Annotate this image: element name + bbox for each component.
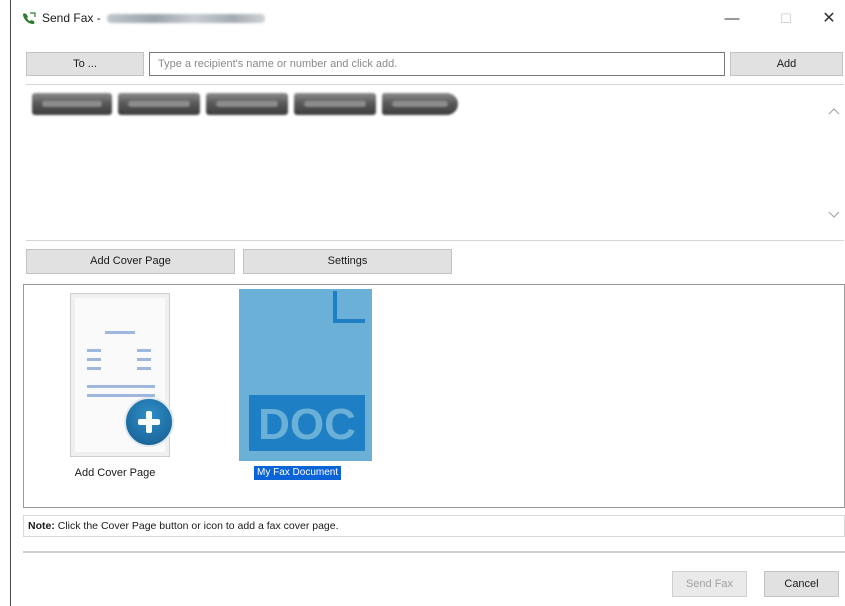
- note-text: Click the Cover Page button or icon to a…: [54, 520, 339, 532]
- recipient-chip[interactable]: [294, 93, 376, 115]
- printer-name-redacted: [107, 14, 266, 24]
- cover-page-label: Add Cover Page: [74, 467, 156, 479]
- title-bar: Send Fax - — ☐ ✕: [11, 0, 845, 36]
- recipient-chip[interactable]: [382, 93, 458, 115]
- fax-app-icon: [23, 12, 36, 24]
- note-bar: Note: Click the Cover Page button or ico…: [23, 515, 845, 537]
- window-title: Send Fax -: [42, 11, 266, 25]
- note-prefix: Note:: [28, 520, 55, 532]
- doc-file-icon: DOC: [249, 291, 365, 451]
- fax-document-label[interactable]: My Fax Document: [254, 466, 342, 480]
- send-fax-button[interactable]: Send Fax: [672, 571, 747, 597]
- plus-icon: [124, 397, 174, 447]
- close-button[interactable]: ✕: [812, 6, 845, 32]
- recipient-chip[interactable]: [118, 93, 200, 115]
- document-panel: Add Cover Page DOC My Fax Document: [23, 284, 845, 508]
- maximize-button[interactable]: ☐: [769, 6, 803, 32]
- cancel-button[interactable]: Cancel: [764, 571, 839, 597]
- recipient-input[interactable]: [149, 52, 725, 76]
- recipient-chip[interactable]: [32, 93, 112, 115]
- window-title-text: Send Fax -: [42, 11, 105, 25]
- scroll-up-icon[interactable]: [826, 105, 842, 121]
- settings-button[interactable]: Settings: [243, 249, 452, 274]
- to-button[interactable]: To ...: [26, 52, 144, 76]
- add-cover-page-button[interactable]: Add Cover Page: [26, 249, 235, 274]
- recipient-list[interactable]: [26, 84, 844, 241]
- doc-badge-text: DOC: [258, 400, 356, 449]
- add-recipient-button[interactable]: Add: [730, 52, 843, 76]
- cover-page-tile[interactable]: Add Cover Page: [57, 289, 174, 485]
- fax-document-tile[interactable]: DOC: [239, 289, 372, 461]
- footer-divider: [23, 551, 845, 553]
- scroll-down-icon[interactable]: [826, 209, 842, 225]
- minimize-button[interactable]: —: [715, 6, 749, 32]
- recipient-chip[interactable]: [206, 93, 288, 115]
- send-fax-window: Send Fax - — ☐ ✕ To ... Add Add Cover Pa…: [10, 0, 845, 606]
